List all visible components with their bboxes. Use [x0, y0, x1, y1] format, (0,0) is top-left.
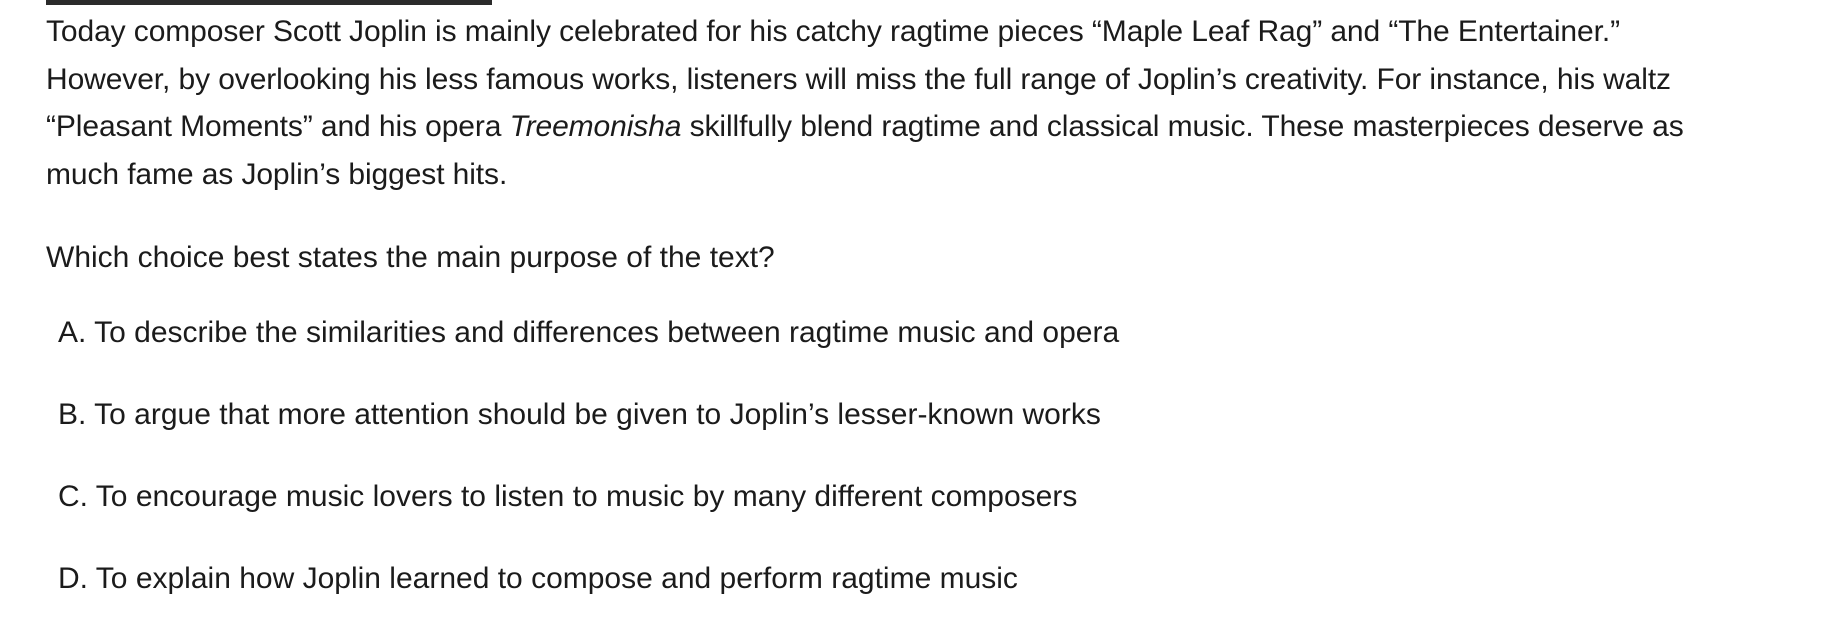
- choice-b[interactable]: B. To argue that more attention should b…: [58, 395, 1119, 435]
- passage-line-1: Today composer Scott Joplin is mainly ce…: [46, 15, 1620, 48]
- choice-d-letter: D.: [58, 562, 88, 595]
- choice-b-text: To argue that more attention should be g…: [94, 398, 1101, 431]
- choice-c-letter: C.: [58, 480, 88, 513]
- choice-c-text: To encourage music lovers to listen to m…: [95, 480, 1078, 513]
- choice-a-letter: A.: [58, 316, 87, 349]
- question-prompt: Which choice best states the main purpos…: [46, 241, 775, 274]
- opera-title-italic: Treemonisha: [509, 110, 682, 143]
- choice-a-text: To describe the similarities and differe…: [94, 316, 1120, 349]
- passage-line-2: However, by overlooking his less famous …: [46, 62, 1671, 96]
- choice-b-letter: B.: [58, 398, 87, 431]
- passage-line-3-start: “Pleasant Moments” and his opera: [46, 110, 510, 143]
- choice-d[interactable]: D. To explain how Joplin learned to comp…: [58, 559, 1119, 599]
- choice-d-text: To explain how Joplin learned to compose…: [95, 562, 1018, 595]
- top-divider-bar: [46, 0, 492, 5]
- answer-choices: A. To describe the similarities and diff…: [58, 313, 1119, 599]
- passage-line-3-end: skillfully blend ragtime and classical m…: [681, 110, 1684, 143]
- passage-line-3: “Pleasant Moments” and his opera Treemon…: [46, 103, 1806, 151]
- passage-text: Today composer Scott Joplin is mainly ce…: [46, 8, 1806, 198]
- choice-a[interactable]: A. To describe the similarities and diff…: [58, 313, 1119, 353]
- passage-line-4: much fame as Joplin’s biggest hits.: [46, 157, 508, 191]
- choice-c[interactable]: C. To encourage music lovers to listen t…: [58, 477, 1119, 517]
